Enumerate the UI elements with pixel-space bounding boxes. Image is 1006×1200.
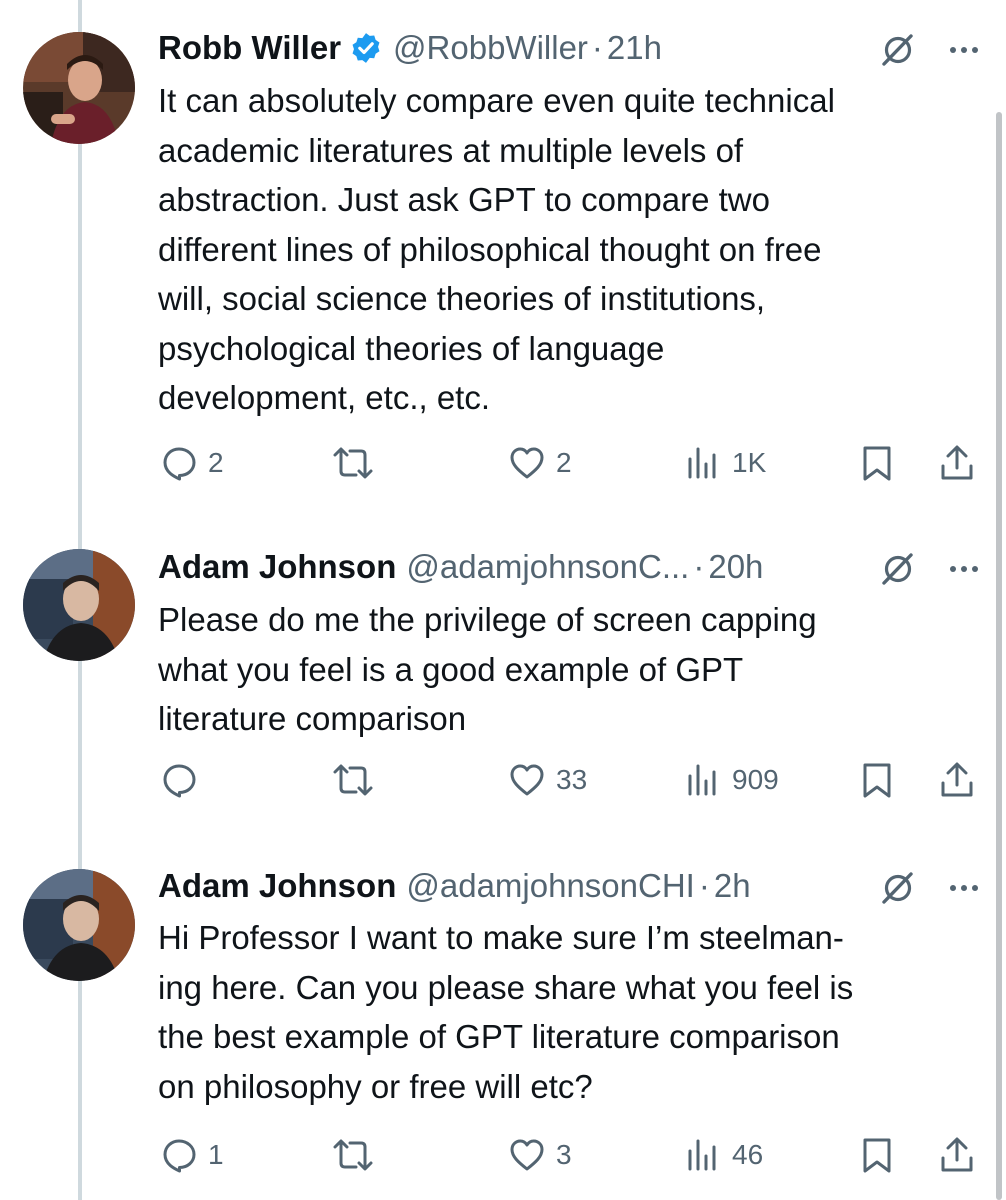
reply-button[interactable]: 1 <box>160 1132 224 1178</box>
views-icon <box>688 447 716 479</box>
views-count: 1K <box>732 447 767 478</box>
avatar[interactable] <box>23 549 135 661</box>
tweet-header: Adam Johnson @adamjohnsonCHI · 2h <box>158 864 1006 908</box>
share-icon <box>941 445 973 480</box>
author-handle[interactable]: @adamjohnsonC... <box>406 545 689 589</box>
retweet-button[interactable] <box>330 440 386 486</box>
more-icon[interactable] <box>944 30 984 70</box>
avatar[interactable] <box>23 869 135 981</box>
like-button[interactable]: 33 <box>508 757 587 803</box>
reply-button[interactable] <box>160 757 208 803</box>
tweet-actions: 2 2 1K <box>0 440 1006 486</box>
grok-icon[interactable] <box>878 30 918 70</box>
author-handle[interactable]: @adamjohnsonCHI <box>406 864 694 908</box>
tweet-header: Robb Willer @RobbWiller · 21h <box>158 26 1006 70</box>
like-icon <box>510 1139 544 1171</box>
like-button[interactable]: 2 <box>508 440 572 486</box>
tweet[interactable]: Robb Willer @RobbWiller · 21h It can abs… <box>0 0 1006 515</box>
tweet[interactable]: Adam Johnson @adamjohnsonCHI · 2h Hi Pro… <box>0 850 1006 1200</box>
separator-dot: · <box>693 548 705 585</box>
views-button[interactable]: 46 <box>684 1132 763 1178</box>
like-button[interactable]: 3 <box>508 1132 572 1178</box>
avatar-image <box>23 32 135 144</box>
separator-dot: · <box>698 867 710 904</box>
retweet-button[interactable] <box>330 1132 386 1178</box>
author-name[interactable]: Adam Johnson <box>158 545 396 589</box>
bookmark-button[interactable] <box>858 757 896 803</box>
tweet-text: It can absolutely compare even quite tec… <box>158 82 835 416</box>
grok-icon[interactable] <box>878 868 918 908</box>
reply-count: 2 <box>208 447 224 478</box>
more-icon[interactable] <box>944 868 984 908</box>
retweet-icon <box>333 447 373 479</box>
grok-icon[interactable] <box>878 549 918 589</box>
share-button[interactable] <box>938 1132 976 1178</box>
author-handle[interactable]: @RobbWiller <box>393 26 588 70</box>
more-icon[interactable] <box>944 549 984 589</box>
bookmark-icon <box>863 1138 891 1173</box>
views-count: 909 <box>732 764 779 795</box>
author-name[interactable]: Robb Willer <box>158 26 341 70</box>
tweet-text: Hi Professor I want to make sure I’m ste… <box>158 919 854 1105</box>
views-button[interactable]: 1K <box>684 440 766 486</box>
views-icon <box>688 1139 716 1171</box>
reply-icon <box>163 1139 196 1173</box>
retweet-icon <box>333 764 373 796</box>
like-count: 2 <box>556 447 572 478</box>
tweet[interactable]: Adam Johnson @adamjohnsonC... · 20h Plea… <box>0 515 1006 850</box>
share-button[interactable] <box>938 757 976 803</box>
reply-button[interactable]: 2 <box>160 440 224 486</box>
timestamp[interactable]: 21h <box>607 26 662 70</box>
tweet-header: Adam Johnson @adamjohnsonC... · 20h <box>158 545 1006 589</box>
separator-dot: · <box>591 29 603 66</box>
share-button[interactable] <box>938 440 976 486</box>
bookmark-button[interactable] <box>858 440 896 486</box>
share-icon <box>941 1137 973 1172</box>
avatar[interactable] <box>23 32 135 144</box>
retweet-icon <box>333 1139 373 1171</box>
tweet-actions: 1 3 46 <box>0 1132 1006 1178</box>
bookmark-button[interactable] <box>858 1132 896 1178</box>
bookmark-icon <box>863 763 891 798</box>
author-name[interactable]: Adam Johnson <box>158 864 396 908</box>
like-count: 33 <box>556 764 588 795</box>
timestamp[interactable]: 2h <box>714 864 751 908</box>
reply-icon <box>163 764 196 798</box>
like-count: 3 <box>556 1139 572 1170</box>
share-icon <box>941 762 973 797</box>
timestamp[interactable]: 20h <box>708 545 763 589</box>
bookmark-icon <box>863 446 891 481</box>
tweet-actions: 33 909 <box>0 757 1006 803</box>
reply-icon <box>163 447 196 481</box>
like-icon <box>510 764 544 796</box>
verified-badge-icon <box>349 31 383 65</box>
avatar-image <box>23 549 135 661</box>
views-button[interactable]: 909 <box>684 757 779 803</box>
retweet-button[interactable] <box>330 757 386 803</box>
views-icon <box>688 764 716 796</box>
like-icon <box>510 447 544 479</box>
views-count: 46 <box>732 1139 764 1170</box>
avatar-image <box>23 869 135 981</box>
tweet-text: Please do me the privilege of screen cap… <box>158 601 817 737</box>
reply-count: 1 <box>208 1139 224 1170</box>
